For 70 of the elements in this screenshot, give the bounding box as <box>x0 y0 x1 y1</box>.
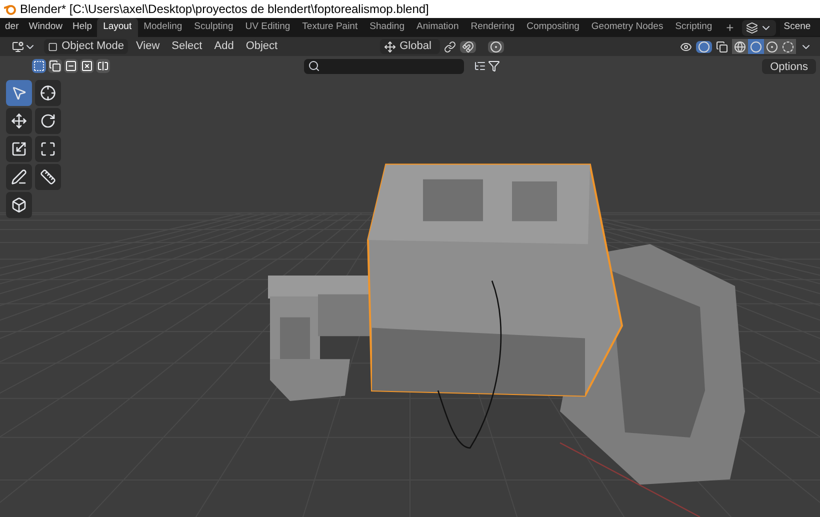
menu-item[interactable]: der <box>0 18 24 37</box>
orientation-dropdown[interactable]: Global <box>380 39 440 54</box>
menu-item[interactable]: Help <box>68 18 98 37</box>
select-mode-button[interactable] <box>64 59 78 73</box>
header-menu[interactable]: Select <box>168 38 206 55</box>
scene-field[interactable]: Scene <box>780 20 820 36</box>
filter-button[interactable] <box>488 60 500 72</box>
shading-mode-button[interactable] <box>764 39 780 54</box>
workspace-tab[interactable]: Sculpting <box>188 18 240 37</box>
workspace-tab[interactable]: Geometry Nodes <box>585 18 670 37</box>
tool-button[interactable] <box>6 108 32 134</box>
proportional-icon <box>490 40 502 52</box>
workspace-tab[interactable]: UV Editing <box>239 18 296 37</box>
tool-button[interactable] <box>35 164 61 190</box>
editor-icon <box>12 40 24 52</box>
transform-icon <box>40 141 56 157</box>
search-field[interactable] <box>304 58 464 74</box>
overlay-button[interactable] <box>696 40 712 52</box>
snap-button[interactable] <box>460 40 476 52</box>
tool-button[interactable] <box>6 136 32 162</box>
header-menu[interactable]: View <box>132 38 164 55</box>
pencil-icon <box>11 169 27 185</box>
select-mode-button[interactable] <box>48 59 62 73</box>
shading-mode-button[interactable] <box>732 39 748 54</box>
filter-icon <box>488 60 500 72</box>
workspace-tab[interactable]: Compositing <box>520 18 586 37</box>
workspace-tab[interactable]: Animation <box>410 18 465 37</box>
select-mode-button[interactable] <box>32 59 46 73</box>
outliner-filter-button[interactable] <box>474 60 486 72</box>
tool-button[interactable] <box>6 80 32 106</box>
crosshair-icon <box>40 85 56 101</box>
tool-button[interactable] <box>35 108 61 134</box>
window-title: Blender* [C:\Users\axel\Desktop\proyectos de blendert\foptorealismop.blend] <box>20 1 429 18</box>
tree-icon <box>474 60 486 72</box>
link-icon <box>444 40 456 52</box>
app-logo-icon <box>4 3 16 15</box>
add-workspace-button[interactable]: + <box>718 18 742 38</box>
cube-icon <box>11 197 27 213</box>
move-icon <box>11 113 27 129</box>
scale-icon <box>11 141 27 157</box>
axes-icon <box>384 40 396 52</box>
select-mode-button[interactable] <box>80 59 94 73</box>
workspace-tab[interactable]: Layout <box>97 18 138 37</box>
workspace-tab[interactable]: Scripting <box>669 18 718 37</box>
scene-icon <box>746 22 758 34</box>
tool-button[interactable] <box>35 136 61 162</box>
eye-icon <box>680 40 692 52</box>
workspace-tab[interactable]: Shading <box>364 18 410 37</box>
magnet-icon <box>462 40 474 52</box>
header-menu[interactable]: Add <box>210 38 238 55</box>
proportional-button[interactable] <box>488 40 504 52</box>
header-menu[interactable]: Object <box>242 38 282 55</box>
workspace-tab[interactable]: Texture Paint <box>296 18 364 37</box>
scene-selector[interactable] <box>742 20 776 36</box>
tool-button[interactable] <box>6 164 32 190</box>
options-button[interactable]: Options <box>762 58 816 74</box>
workspace-tab[interactable]: Rendering <box>464 18 521 37</box>
workspace-tab[interactable]: Modeling <box>138 18 188 37</box>
ruler-icon <box>40 169 56 185</box>
tool-button[interactable] <box>35 80 61 106</box>
pivot-button[interactable] <box>444 40 456 52</box>
shading-mode-button[interactable] <box>780 39 796 54</box>
select-tool-icon <box>11 85 27 101</box>
select-mode-button[interactable] <box>96 59 110 73</box>
menu-item[interactable]: Window <box>24 18 68 37</box>
visibility-button[interactable] <box>680 40 692 52</box>
search-icon <box>308 60 320 72</box>
rotate-icon <box>40 113 56 129</box>
mode-dropdown[interactable]: Object Mode <box>44 39 128 54</box>
tool-button[interactable] <box>6 192 32 218</box>
